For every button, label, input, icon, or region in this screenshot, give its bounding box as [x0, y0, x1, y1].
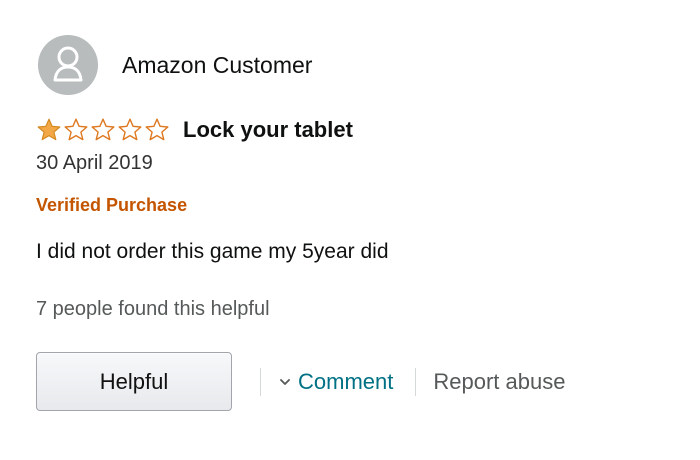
comment-link[interactable]: Comment — [278, 369, 393, 395]
star-empty-icon — [118, 118, 142, 141]
review-actions: Helpful Comment Report abuse — [36, 351, 565, 412]
review-date: 30 April 2019 — [36, 152, 153, 174]
comment-label: Comment — [298, 368, 394, 394]
reviewer-profile[interactable]: Amazon Customer — [38, 35, 312, 95]
action-divider — [415, 367, 417, 396]
customer-review: Amazon Customer Lock your tablet 30 Apri… — [0, 0, 700, 460]
review-title[interactable]: Lock your tablet — [183, 117, 353, 143]
star-filled-icon — [37, 118, 61, 141]
user-silhouette-icon — [38, 35, 98, 95]
star-rating — [36, 117, 171, 143]
reviewer-name[interactable]: Amazon Customer — [122, 52, 312, 79]
report-abuse-link[interactable]: Report abuse — [433, 369, 565, 395]
rating-row: Lock your tablet — [36, 115, 353, 145]
review-body: I did not order this game my 5year did — [36, 240, 389, 263]
star-empty-icon — [64, 118, 88, 141]
star-empty-icon — [91, 118, 115, 141]
star-empty-icon — [145, 118, 169, 141]
verified-purchase-badge: Verified Purchase — [36, 195, 188, 215]
helpful-count: 7 people found this helpful — [36, 298, 270, 320]
helpful-button[interactable]: Helpful — [36, 352, 232, 411]
action-divider — [260, 367, 261, 396]
chevron-down-icon — [280, 378, 290, 385]
